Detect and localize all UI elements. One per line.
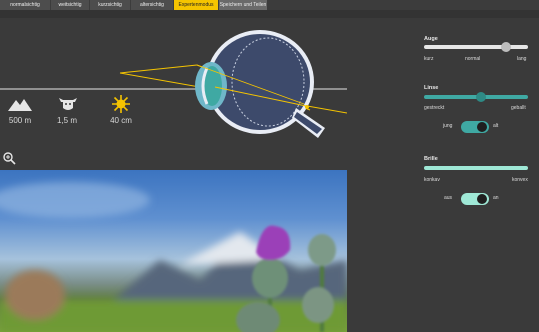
linse-toggle-on-label: alt [493,123,499,129]
distance-label-near: 40 cm [110,116,132,125]
control-panel: Auge kurz normal lang Linse gestreckt ge… [347,18,539,332]
auge-mid-label: normal [465,56,481,62]
auge-max-label: lang [517,56,527,62]
linse-toggle-off-label: jung [443,123,453,129]
brille-toggle-knob [477,194,487,204]
linse-min-label: gestreckt [424,105,445,111]
brille-toggle-on-label: an [493,195,499,201]
simulated-view-photo [0,170,347,332]
auge-min-label: kurz [424,56,434,62]
scene-illustration [0,182,347,332]
light-ray [119,64,198,74]
brille-max-label: konvex [512,177,528,183]
optic-nerve-core [294,112,322,134]
brille-min-label: konkav [424,177,440,183]
auge-title: Auge [424,36,438,42]
auge-slider-thumb[interactable] [501,42,512,52]
eye-simulation-stage: 500 m 1,5 m 40 cm [0,18,347,332]
focal-point [305,105,309,109]
linse-toggle-knob [477,122,487,132]
linse-slider-thumb[interactable] [475,92,486,102]
mode-tab-bar: normalsichtig weitsichtig kurzsichtig al… [0,0,539,10]
brille-toggle-off-label: aus [444,195,453,201]
tab-kurzsichtig[interactable]: kurzsichtig [90,0,130,10]
linse-age-toggle[interactable] [461,121,489,133]
tab-speichern-und-teilen[interactable]: Speichern und Teilen [219,0,267,10]
linse-title: Linse [424,85,439,91]
distance-label-far: 500 m [8,116,32,125]
zoom-in-icon[interactable] [3,152,16,165]
mountain-icon[interactable] [8,98,32,111]
cow-icon[interactable] [58,96,78,112]
tab-expertenmodus[interactable]: Expertenmodus [174,0,218,10]
linse-max-label: geballt [511,105,526,111]
tab-normalsichtig[interactable]: normalsichtig [0,0,50,10]
tab-weitsichtig[interactable]: weitsichtig [51,0,89,10]
sun-flower-icon[interactable] [112,95,130,113]
brille-slider-track[interactable] [424,166,528,170]
auge-slider-track[interactable] [424,45,528,49]
tab-altersichtig[interactable]: altersichtig [131,0,173,10]
brille-glasses-toggle[interactable] [461,193,489,205]
brille-title: Brille [424,156,438,162]
eye-diagram [0,30,347,138]
distance-label-medium: 1,5 m [56,116,77,125]
